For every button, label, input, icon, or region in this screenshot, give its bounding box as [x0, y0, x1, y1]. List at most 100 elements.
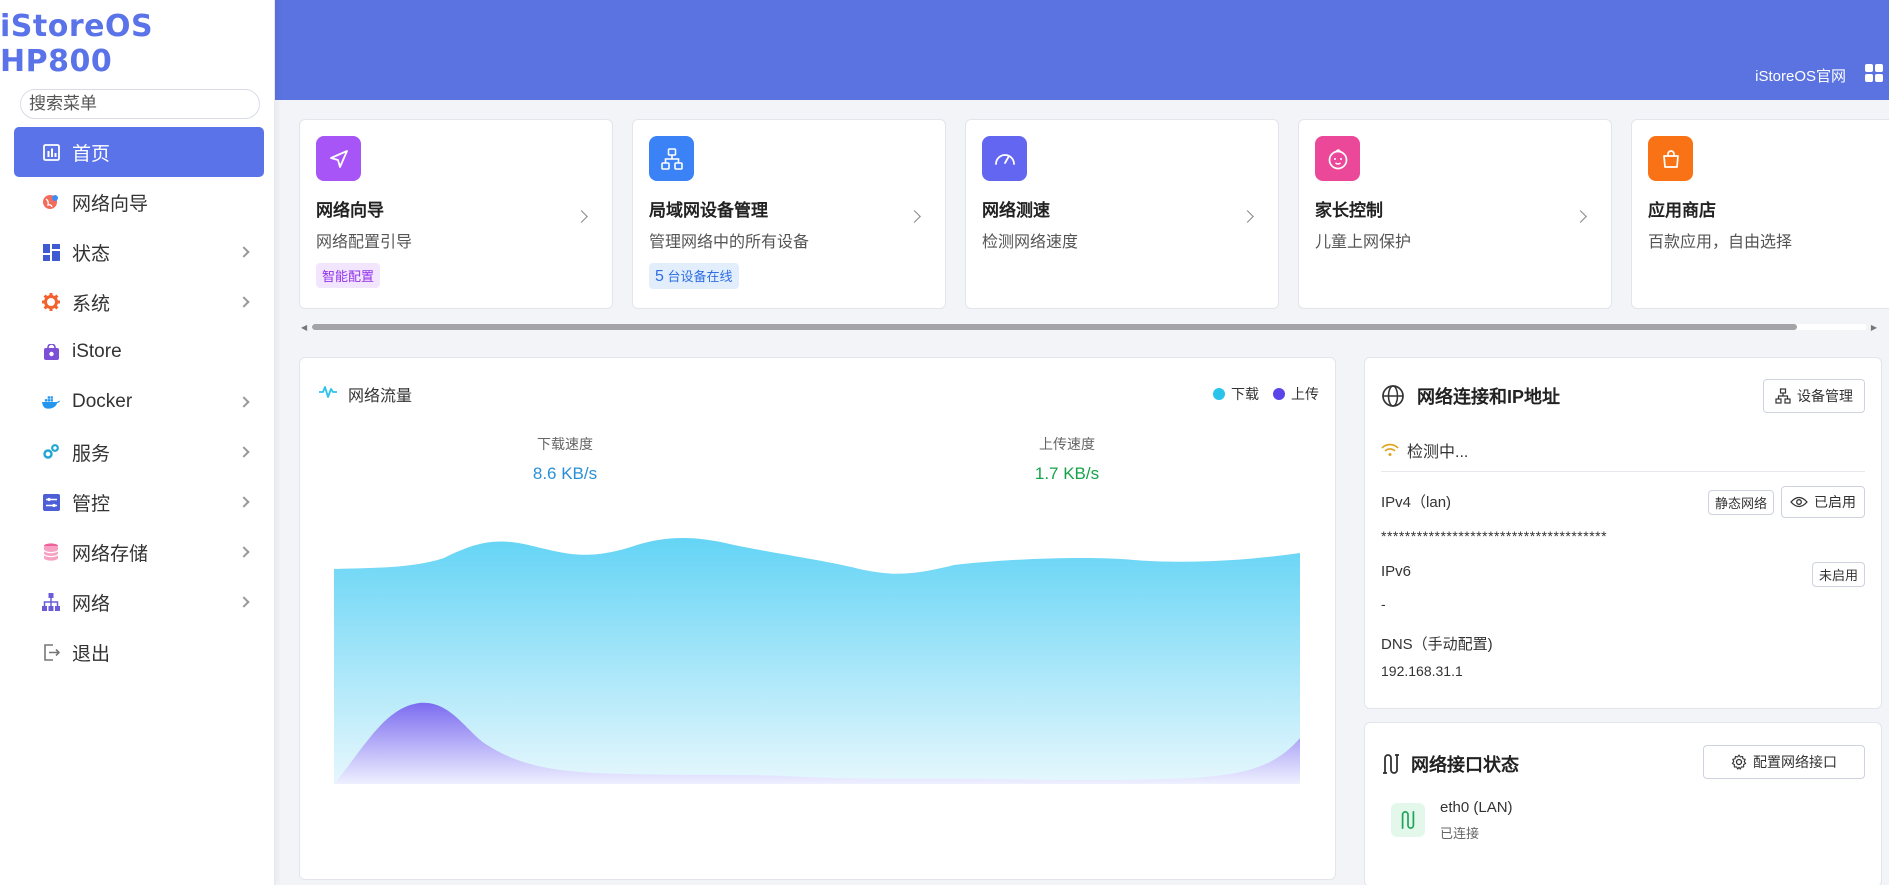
download-dot-icon [1213, 388, 1225, 400]
scroll-left-arrow-icon[interactable]: ◀ [301, 323, 307, 332]
devices-online-tag: 5 台设备在线 [649, 263, 739, 289]
sidebar: iStoreOS HP800 首页 网络向导 状态 系统 [0, 0, 275, 885]
card-app-store[interactable]: 应用商店 百款应用，自由选择 [1631, 119, 1889, 309]
dns-label: DNS（手动配置) [1381, 636, 1493, 653]
traffic-legend: 下载 上传 [1213, 384, 1319, 404]
card-title: 局域网设备管理 [649, 201, 768, 220]
sidebar-item-label: 首页 [72, 143, 111, 165]
ipv4-label: IPv4（lan) [1381, 494, 1452, 511]
traffic-title: 网络流量 [348, 388, 413, 405]
ipv6-label: IPv6 [1381, 563, 1412, 580]
card-desc: 儿童上网保护 [1315, 234, 1412, 251]
config-interfaces-label: 配置网络接口 [1753, 754, 1837, 770]
sidebar-item-label: 退出 [72, 643, 111, 665]
download-speed: 下载速度 8.6 KB/s [465, 434, 665, 484]
scroll-right-arrow-icon[interactable]: ▶ [1871, 323, 1877, 332]
download-speed-value: 8.6 KB/s [532, 464, 598, 483]
sidebar-item-network[interactable]: 网络 [14, 577, 264, 627]
detecting-status: 检测中... [1381, 438, 1468, 462]
card-title: 应用商店 [1648, 201, 1716, 220]
interface-name[interactable]: eth0 (LAN) [1440, 799, 1513, 816]
menu-search[interactable] [20, 89, 260, 119]
sidebar-item-storage[interactable]: 网络存储 [14, 527, 264, 577]
official-site-link[interactable]: iStoreOS官网 [1755, 65, 1846, 86]
ifaces-header: 网络接口状态 [1381, 751, 1519, 777]
sidebar-item-label: Docker [72, 391, 133, 412]
ipv4-enabled-button[interactable]: 已启用 [1781, 486, 1865, 518]
legend-download[interactable]: 下载 [1213, 384, 1259, 404]
legend-upload-label: 上传 [1291, 386, 1319, 402]
chevron-right-icon [238, 446, 250, 458]
netinfo-header: 网络连接和IP地址 [1381, 383, 1560, 409]
chevron-right-icon [238, 246, 250, 258]
apps-grid-icon[interactable] [1865, 64, 1883, 82]
traffic-panel: 网络流量 下载 上传 下载速度 8.6 KB/s 上传速度 1.7 KB/s [299, 357, 1336, 880]
upload-speed-value: 1.7 KB/s [1034, 464, 1100, 483]
sidebar-item-docker[interactable]: Docker [14, 377, 264, 427]
gear-icon [1731, 754, 1747, 770]
card-desc: 百款应用，自由选择 [1648, 234, 1793, 251]
sidebar-item-logout[interactable]: 退出 [14, 627, 264, 677]
globe-pin-icon [42, 193, 60, 211]
sidebar-item-istore[interactable]: iStore [14, 327, 264, 377]
detecting-text: 检测中... [1407, 444, 1469, 461]
card-title: 家长控制 [1315, 201, 1383, 220]
status-grid-icon [42, 243, 60, 261]
services-gears-icon [42, 443, 60, 461]
ipv4-value: ************************************** [1381, 528, 1608, 544]
store-bag-icon [42, 343, 60, 361]
network-info-panel: 网络连接和IP地址 设备管理 检测中... IPv4（lan) 静态网络 已启用… [1364, 357, 1882, 709]
baby-face-icon [1315, 136, 1360, 181]
chevron-right-icon [238, 396, 250, 408]
sidebar-item-system[interactable]: 系统 [14, 277, 264, 327]
interface-status: 已连接 [1440, 826, 1480, 841]
scroll-thumb[interactable] [312, 324, 1797, 330]
sidebar-item-label: iStore [72, 341, 122, 362]
sidebar-item-services[interactable]: 服务 [14, 427, 264, 477]
sidebar-item-label: 管控 [72, 493, 111, 515]
divider [1381, 471, 1865, 472]
card-parental-control[interactable]: 家长控制 儿童上网保护 [1298, 119, 1612, 309]
smart-config-tag: 智能配置 [316, 263, 381, 288]
sidebar-item-network-wizard[interactable]: 网络向导 [14, 177, 264, 227]
globe-icon [1382, 385, 1404, 407]
navigation-arrow-icon [316, 136, 361, 181]
wifi-icon [1381, 443, 1399, 456]
brand-logo: iStoreOS HP800 [0, 9, 154, 79]
cards-scrollbar[interactable]: ◀ ▶ [299, 322, 1879, 332]
card-lan-devices[interactable]: 局域网设备管理 管理网络中的所有设备 5 台设备在线 [632, 119, 946, 309]
ethernet-icon [1391, 803, 1425, 837]
dns-value: 192.168.31.1 [1381, 663, 1463, 679]
sidebar-item-label: 网络存储 [72, 543, 149, 565]
legend-download-label: 下载 [1231, 386, 1259, 402]
card-desc: 网络配置引导 [316, 234, 413, 251]
sidebar-item-label: 系统 [72, 293, 111, 315]
speedometer-icon [982, 136, 1027, 181]
dashboard-icon [42, 143, 60, 161]
sidebar-item-label: 网络向导 [72, 193, 149, 215]
device-manage-label: 设备管理 [1797, 388, 1853, 404]
chevron-right-icon [238, 546, 250, 558]
legend-upload[interactable]: 上传 [1273, 384, 1319, 404]
config-interfaces-button[interactable]: 配置网络接口 [1703, 745, 1865, 779]
card-speed-test[interactable]: 网络测速 检测网络速度 [965, 119, 1279, 309]
shopping-bag-icon [1648, 136, 1693, 181]
sidebar-item-home[interactable]: 首页 [14, 127, 264, 177]
pulse-icon [318, 384, 338, 405]
upload-dot-icon [1273, 388, 1285, 400]
network-tree-icon [42, 593, 60, 611]
topology-icon [1775, 388, 1791, 404]
sidebar-menu: 首页 网络向导 状态 系统 iStore Docker 服务 管控 网络存储 网… [0, 127, 274, 677]
card-network-wizard[interactable]: 网络向导 网络配置引导 智能配置 [299, 119, 613, 309]
card-desc: 检测网络速度 [982, 234, 1079, 251]
ipv4-mode-badge: 静态网络 [1707, 490, 1774, 515]
device-manage-button[interactable]: 设备管理 [1763, 379, 1865, 413]
card-title: 网络测速 [982, 201, 1050, 220]
feature-cards: 网络向导 网络配置引导 智能配置 局域网设备管理 管理网络中的所有设备 5 台设… [299, 119, 1889, 309]
sidebar-item-label: 服务 [72, 443, 111, 465]
sidebar-item-control[interactable]: 管控 [14, 477, 264, 527]
upload-speed-label: 上传速度 [1039, 436, 1095, 452]
menu-search-input[interactable] [29, 94, 251, 114]
sidebar-item-status[interactable]: 状态 [14, 227, 264, 277]
logout-icon [42, 643, 60, 661]
